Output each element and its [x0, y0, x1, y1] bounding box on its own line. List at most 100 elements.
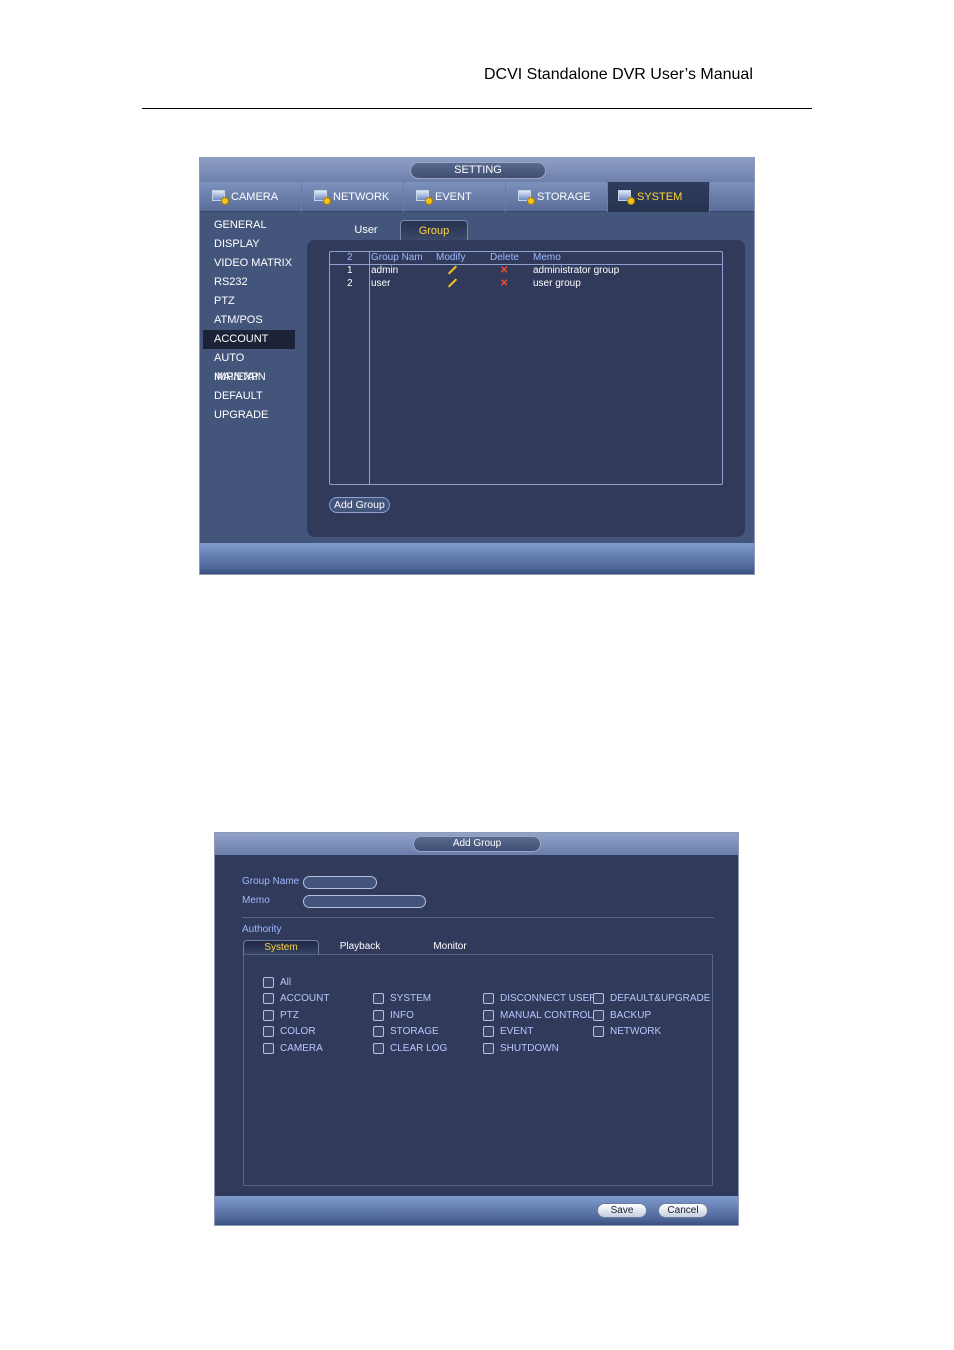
- add-group-button[interactable]: Add Group: [329, 497, 390, 513]
- checkbox-icon[interactable]: [593, 1026, 604, 1037]
- checkbox-label: MANUAL CONTROL: [500, 1009, 593, 1021]
- tab-network[interactable]: NETWORK: [302, 182, 404, 212]
- title-bar: SETTING: [200, 158, 754, 182]
- header-memo: Memo: [533, 252, 561, 263]
- sidebar-item-imp-exp[interactable]: IMP/EXP: [203, 368, 295, 387]
- tab-monitor[interactable]: Monitor: [405, 940, 495, 954]
- checkbox-label: SHUTDOWN: [500, 1042, 559, 1054]
- authority-tabs: System Playback Monitor: [243, 940, 495, 954]
- checkbox-icon[interactable]: [263, 1009, 274, 1021]
- checkbox-manual-control[interactable]: MANUAL CONTROL: [483, 1009, 593, 1021]
- tab-label: SYSTEM: [637, 191, 683, 203]
- row-group-name: admin: [371, 265, 399, 276]
- checkbox-icon[interactable]: [483, 993, 494, 1004]
- row-index: 2: [347, 278, 353, 289]
- checkbox-ptz[interactable]: PTZ: [263, 1009, 299, 1021]
- sidebar-item-video-matrix[interactable]: VIDEO MATRIX: [203, 254, 295, 273]
- event-icon: [416, 190, 433, 205]
- checkbox-all[interactable]: All: [263, 977, 291, 988]
- sidebar-item-default[interactable]: DEFAULT: [203, 387, 295, 406]
- sidebar-item-upgrade[interactable]: UPGRADE: [203, 406, 295, 425]
- row-index: 1: [347, 265, 353, 276]
- checkbox-icon[interactable]: [373, 1026, 384, 1037]
- checkbox-icon[interactable]: [263, 977, 274, 988]
- checkbox-icon[interactable]: [373, 1009, 384, 1021]
- checkbox-icon[interactable]: [483, 1026, 494, 1037]
- group-name-label: Group Name: [242, 876, 300, 887]
- row-memo: administrator group: [533, 265, 620, 276]
- sidebar: GENERAL DISPLAY VIDEO MATRIX RS232 PTZ ATM/PO…: [203, 216, 295, 425]
- checkbox-color[interactable]: COLOR: [263, 1026, 316, 1037]
- sidebar-item-auto-maintain[interactable]: AUTO MAINTAIN: [203, 349, 295, 383]
- row-memo: user group: [533, 278, 581, 289]
- checkbox-icon[interactable]: [263, 1026, 274, 1037]
- delete-x-icon[interactable]: ✕: [500, 278, 508, 290]
- tab-storage[interactable]: STORAGE: [506, 182, 608, 212]
- checkbox-event[interactable]: EVENT: [483, 1026, 533, 1037]
- checkbox-storage[interactable]: STORAGE: [373, 1026, 439, 1037]
- checkbox-icon[interactable]: [483, 1042, 494, 1054]
- checkbox-clear-log[interactable]: CLEAR LOG: [373, 1042, 448, 1054]
- checkbox-icon[interactable]: [373, 993, 384, 1004]
- network-icon: [314, 190, 331, 205]
- checkbox-label: ACCOUNT: [280, 993, 330, 1004]
- checkbox-label: CLEAR LOG: [390, 1042, 448, 1054]
- checkbox-backup[interactable]: BACKUP: [593, 1009, 651, 1021]
- sidebar-item-general[interactable]: GENERAL: [203, 216, 295, 235]
- storage-icon: [518, 190, 535, 205]
- cancel-button[interactable]: Cancel: [658, 1203, 708, 1218]
- checkbox-label: DISCONNECT USER: [500, 993, 597, 1004]
- tab-camera[interactable]: CAMERA: [200, 182, 302, 212]
- header-count: 2: [347, 252, 353, 263]
- checkbox-label: STORAGE: [390, 1026, 439, 1037]
- group-name-input[interactable]: [303, 876, 377, 889]
- delete-x-icon[interactable]: ✕: [500, 265, 508, 277]
- dialog-title-bar: Add Group: [215, 833, 738, 855]
- dialog-title: Add Group: [413, 836, 541, 852]
- modify-pencil-icon[interactable]: [447, 278, 458, 290]
- sidebar-item-display[interactable]: DISPLAY: [203, 235, 295, 254]
- checkbox-shutdown[interactable]: SHUTDOWN: [483, 1042, 559, 1054]
- modify-pencil-icon[interactable]: [447, 265, 458, 277]
- tab-group[interactable]: Group: [400, 220, 468, 240]
- sidebar-item-ptz[interactable]: PTZ: [203, 292, 295, 311]
- memo-input[interactable]: [303, 895, 426, 908]
- header-group-name[interactable]: Group Nam: [371, 252, 423, 264]
- checkbox-icon[interactable]: [593, 993, 604, 1004]
- checkbox-label: NETWORK: [610, 1026, 662, 1037]
- permission-panel: All ACCOUNT SYSTEM DISCONNECT USER DEFAULT&…: [243, 954, 713, 1186]
- checkbox-label: All: [280, 977, 292, 988]
- row-group-name: user: [371, 278, 391, 289]
- checkbox-default-upgrade[interactable]: DEFAULT&UPGRADE: [593, 993, 710, 1004]
- checkbox-icon[interactable]: [263, 993, 274, 1004]
- window-title: SETTING: [410, 162, 546, 179]
- checkbox-account[interactable]: ACCOUNT: [263, 993, 329, 1004]
- checkbox-icon[interactable]: [593, 1009, 604, 1021]
- checkbox-info[interactable]: INFO: [373, 1009, 414, 1021]
- tab-user[interactable]: User: [336, 220, 396, 240]
- authority-label: Authority: [242, 924, 282, 935]
- checkbox-icon[interactable]: [263, 1042, 274, 1054]
- sidebar-item-atm-pos[interactable]: ATM/POS: [203, 311, 295, 330]
- sidebar-item-rs232[interactable]: RS232: [203, 273, 295, 292]
- tab-event[interactable]: EVENT: [404, 182, 506, 212]
- save-button[interactable]: Save: [597, 1203, 647, 1218]
- header-delete: Delete: [490, 252, 519, 263]
- sidebar-item-account[interactable]: ACCOUNT: [203, 330, 295, 349]
- tab-system[interactable]: SYSTEM: [608, 182, 710, 212]
- sub-tabs: User Group: [336, 220, 468, 240]
- top-nav: CAMERA NETWORK EVENT STORAGE SYSTEM: [200, 182, 754, 212]
- group-table: 2 Group Nam Modify Delete Memo 1 admin ✕…: [329, 251, 723, 485]
- checkbox-disconnect-user[interactable]: DISCONNECT USER: [483, 993, 597, 1004]
- tab-system[interactable]: System: [243, 940, 319, 954]
- checkbox-label: COLOR: [280, 1026, 316, 1037]
- checkbox-camera[interactable]: CAMERA: [263, 1042, 323, 1054]
- checkbox-icon[interactable]: [483, 1009, 494, 1021]
- tab-playback[interactable]: Playback: [315, 940, 405, 954]
- tab-label: CAMERA: [231, 191, 279, 203]
- checkbox-system[interactable]: SYSTEM: [373, 993, 431, 1004]
- checkbox-icon[interactable]: [373, 1042, 384, 1054]
- dialog-bottom-bar: Save Cancel: [215, 1196, 738, 1225]
- checkbox-network[interactable]: NETWORK: [593, 1026, 661, 1037]
- memo-label: Memo: [242, 895, 270, 906]
